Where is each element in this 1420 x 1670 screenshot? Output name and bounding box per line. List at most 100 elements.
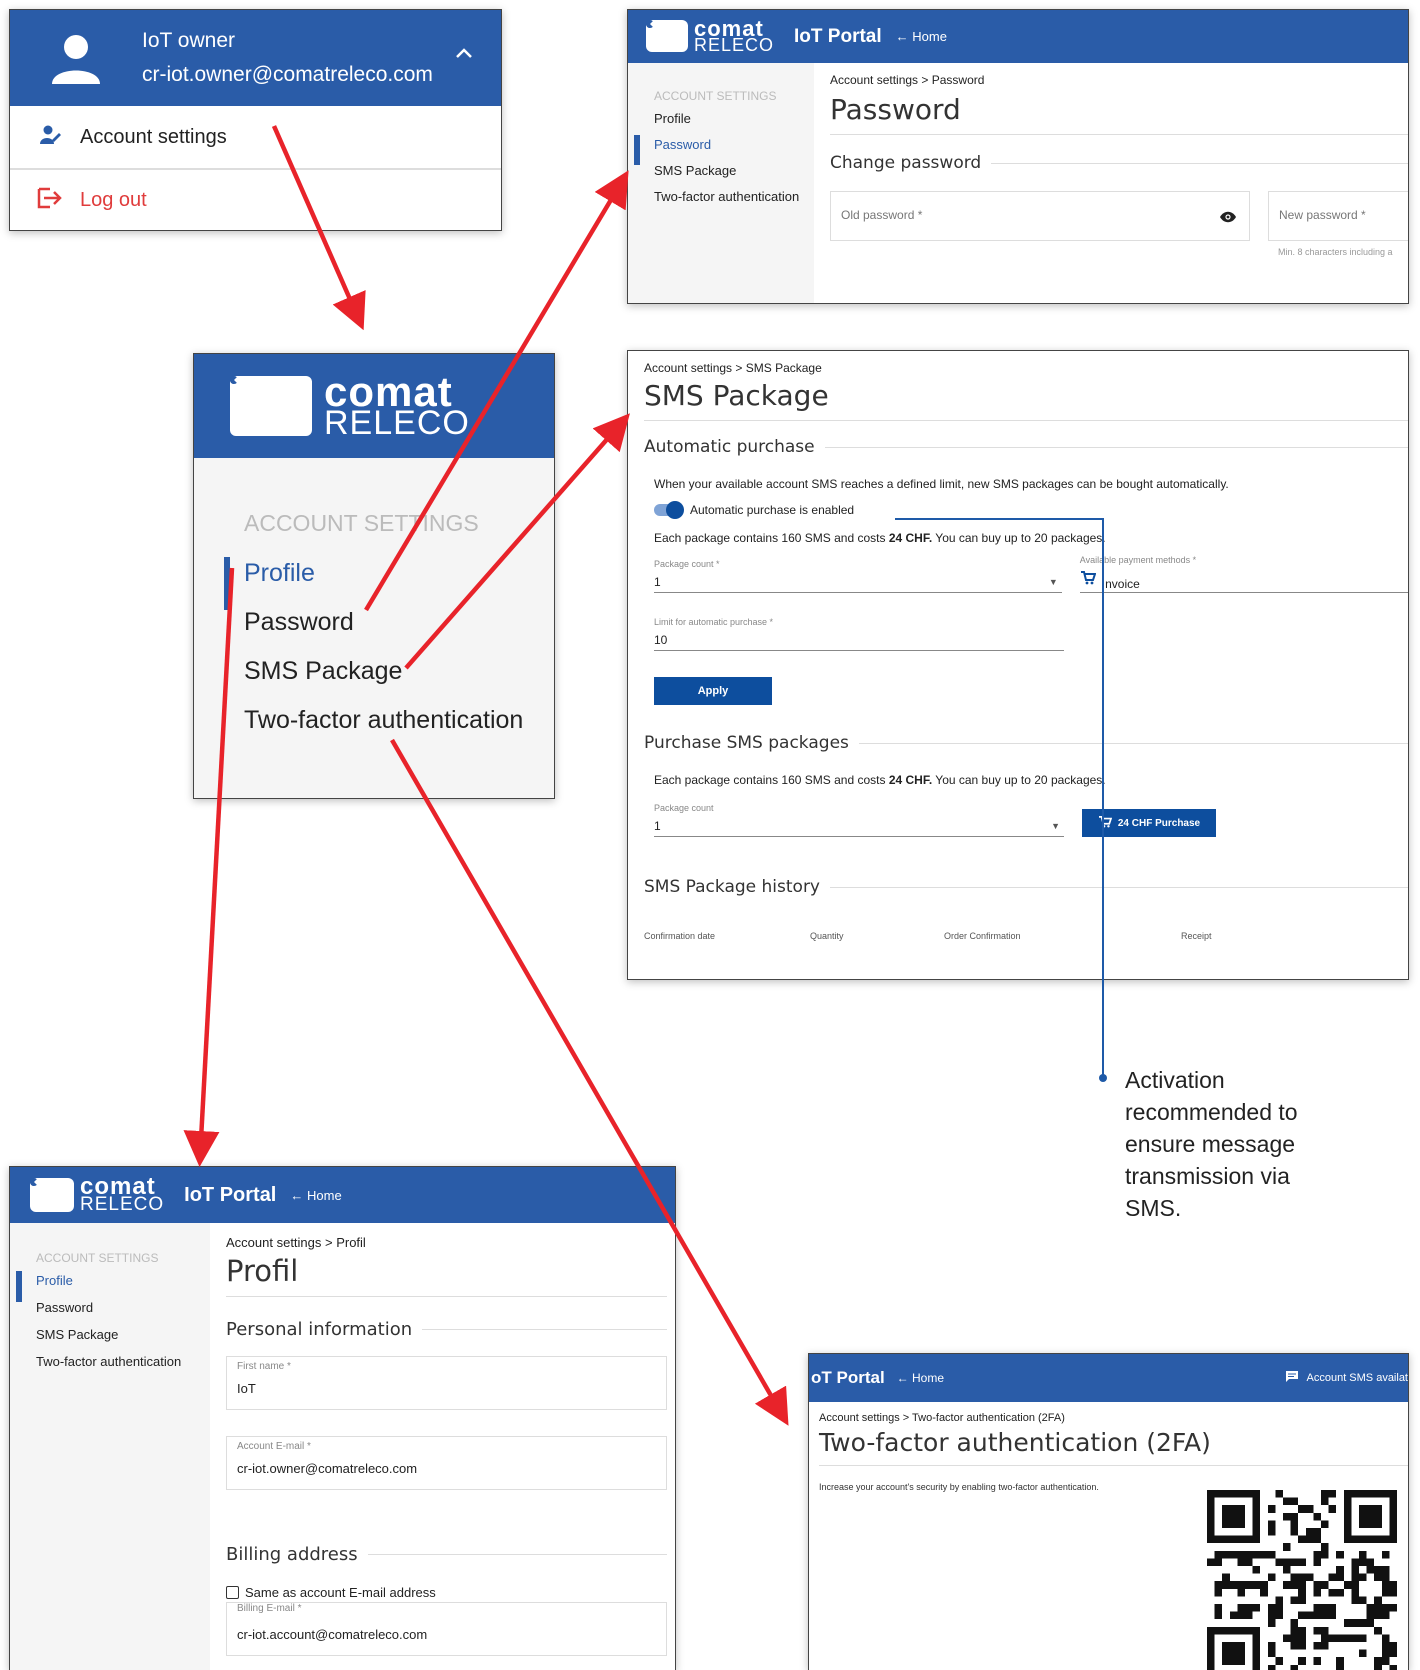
twofa-header: oT Portal ← Home Account SMS availat (809, 1354, 1408, 1402)
logo-line2: RELECO (694, 35, 775, 56)
history-table-header: Confirmation date Quantity Order Confirm… (644, 931, 1408, 951)
account-settings-menu-item[interactable]: Account settings (10, 106, 501, 170)
home-link[interactable]: ← Home (896, 29, 947, 44)
package-count-select[interactable]: Package count * 1 ▼ (654, 559, 1062, 593)
package-info-price: 24 CHF. (888, 531, 933, 545)
chevron-up-icon[interactable] (455, 46, 473, 64)
sms-available-label: Account SMS availat (1306, 1372, 1409, 1384)
breadcrumb: Account settings > Profil (226, 1235, 366, 1250)
sidebar-item-sms[interactable]: SMS Package (36, 1327, 210, 1354)
purchase-count-value: 1 (654, 819, 661, 833)
page-title: SMS Package (644, 379, 1408, 421)
personal-info-heading: Personal information (226, 1319, 413, 1340)
logo-line2: RELECO (80, 1194, 165, 1216)
breadcrumb: Account settings > Password (830, 73, 985, 87)
sidebar-zoom-item-password[interactable]: Password (244, 608, 554, 657)
logout-icon (36, 185, 64, 216)
sidebar-zoom-header: comat RELECO (194, 354, 554, 458)
payment-method-label: Available payment methods * (1079, 555, 1197, 565)
qr-code-image (1207, 1490, 1397, 1670)
password-header: comat RELECO IoT Portal ← Home (628, 10, 1408, 63)
page-title: Password (830, 93, 1408, 135)
logout-menu-item[interactable]: Log out (10, 170, 501, 230)
account-email-field[interactable]: Account E-mail * cr-iot.owner@comatrelec… (226, 1436, 667, 1490)
account-email-label: Account E-mail * (237, 1441, 311, 1452)
arrow-left-icon: ← (896, 1371, 909, 1385)
cart-icon (1080, 571, 1097, 590)
old-password-field[interactable]: Old password * (830, 191, 1250, 241)
first-name-label: First name * (237, 1361, 291, 1372)
first-name-value: IoT (237, 1381, 256, 1396)
sidebar-item-password[interactable]: Password (634, 135, 814, 165)
sms-page-panel: Account settings > SMS Package SMS Packa… (627, 350, 1409, 980)
comat-releco-logo-small: comat RELECO (646, 17, 775, 56)
account-settings-label: Account settings (80, 125, 227, 148)
sidebar-item-profile[interactable]: Profile (16, 1271, 210, 1302)
callout-text: Activation recommended to ensure message… (1125, 1067, 1298, 1221)
sms-available-indicator[interactable]: Account SMS availat (1285, 1370, 1409, 1386)
history-col-order: Order Confirmation (944, 931, 1021, 941)
user-email: cr-iot.owner@comatreleco.com (142, 63, 433, 86)
billing-email-field[interactable]: Billing E-mail * cr-iot.account@comatrel… (226, 1602, 667, 1656)
sidebar-heading: ACCOUNT SETTINGS (36, 1251, 159, 1265)
eye-icon[interactable] (1219, 210, 1237, 228)
old-password-placeholder: Old password * (841, 208, 923, 222)
sidebar-zoom-item-2fa[interactable]: Two-factor authentication (244, 706, 554, 755)
automatic-purchase-toggle[interactable] (654, 501, 684, 519)
password-hint: Min. 8 characters including a (1278, 247, 1393, 257)
billing-email-label: Billing E-mail * (237, 1603, 302, 1614)
history-heading: SMS Package history (644, 877, 820, 897)
purchase-count-select[interactable]: Package count 1 ▼ (654, 803, 1064, 837)
purchase-count-label: Package count (654, 803, 714, 813)
password-page-panel: comat RELECO IoT Portal ← Home ACCOUNT S… (627, 9, 1409, 304)
sidebar-item-2fa[interactable]: Two-factor authentication (36, 1354, 210, 1381)
home-link[interactable]: ← Home (290, 1188, 341, 1203)
sidebar-zoom-panel: comat RELECO ACCOUNT SETTINGS Profile Pa… (193, 353, 555, 799)
limit-input[interactable]: Limit for automatic purchase * 10 (654, 617, 1064, 651)
home-link-label: Home (912, 1371, 945, 1385)
payment-method-select[interactable]: Available payment methods * Invoice (1079, 555, 1408, 593)
sidebar-item-profile[interactable]: Profile (654, 111, 814, 137)
new-password-field[interactable]: New password * (1268, 191, 1408, 241)
section-heading: Change password (830, 153, 982, 173)
history-col-date: Confirmation date (644, 931, 716, 941)
history-col-quantity: Quantity (810, 931, 844, 941)
page-title: Two-factor authentication (2FA) (819, 1428, 1408, 1466)
logo-line2: RELECO (324, 404, 470, 443)
user-menu-header: IoT owner cr-iot.owner@comatreleco.com (10, 10, 501, 106)
same-as-label: Same as account E-mail address (245, 1585, 436, 1600)
profile-sidebar: ACCOUNT SETTINGS Profile Password SMS Pa… (10, 1223, 210, 1670)
first-name-field[interactable]: First name * IoT (226, 1356, 667, 1410)
dropdown-arrow-icon: ▼ (1051, 821, 1060, 831)
logo-mark-icon (230, 375, 312, 436)
account-email-value: cr-iot.owner@comatreleco.com (237, 1461, 418, 1476)
user-menu-panel: IoT owner cr-iot.owner@comatreleco.com A… (9, 9, 502, 231)
limit-label: Limit for automatic purchase * (654, 617, 774, 627)
twofa-page-panel: oT Portal ← Home Account SMS availat Acc… (808, 1353, 1409, 1670)
user-name: IoT owner (142, 29, 235, 52)
package-info-text-b: You can buy up to 20 packages. (932, 531, 1106, 545)
breadcrumb: Account settings > SMS Package (644, 361, 822, 375)
sidebar-zoom-item-sms[interactable]: SMS Package (244, 657, 554, 706)
purchase-button-label: 24 CHF Purchase (1117, 817, 1201, 829)
sidebar-item-2fa[interactable]: Two-factor authentication (654, 189, 814, 215)
new-password-placeholder: New password * (1279, 208, 1366, 222)
sidebar-item-sms[interactable]: SMS Package (654, 163, 814, 189)
profile-page-panel: comat RELECO IoT Portal ← Home ACCOUNT S… (9, 1166, 676, 1670)
package-info: Each package contains 160 SMS and costs … (654, 531, 1408, 545)
automatic-purchase-heading: Automatic purchase (644, 437, 815, 457)
profile-header: comat RELECO IoT Portal ← Home (10, 1167, 675, 1223)
apply-button[interactable]: Apply (654, 677, 772, 705)
sidebar-item-password[interactable]: Password (36, 1300, 210, 1327)
same-as-checkbox[interactable] (226, 1586, 239, 1599)
package-info-price: 24 CHF. (888, 773, 933, 787)
home-link[interactable]: ← Home (897, 1371, 944, 1385)
comat-releco-logo-small: comat RELECO (30, 1174, 165, 1216)
sidebar-zoom-item-profile[interactable]: Profile (224, 557, 554, 610)
logo-mark-icon (646, 20, 688, 53)
package-info-text-a: Each package contains 160 SMS and costs (654, 531, 889, 545)
user-avatar-icon (48, 30, 104, 86)
purchase-button[interactable]: 24 CHF Purchase (1082, 809, 1216, 837)
logo-mark-icon (30, 1178, 74, 1212)
arrow-left-icon: ← (290, 1187, 304, 1203)
